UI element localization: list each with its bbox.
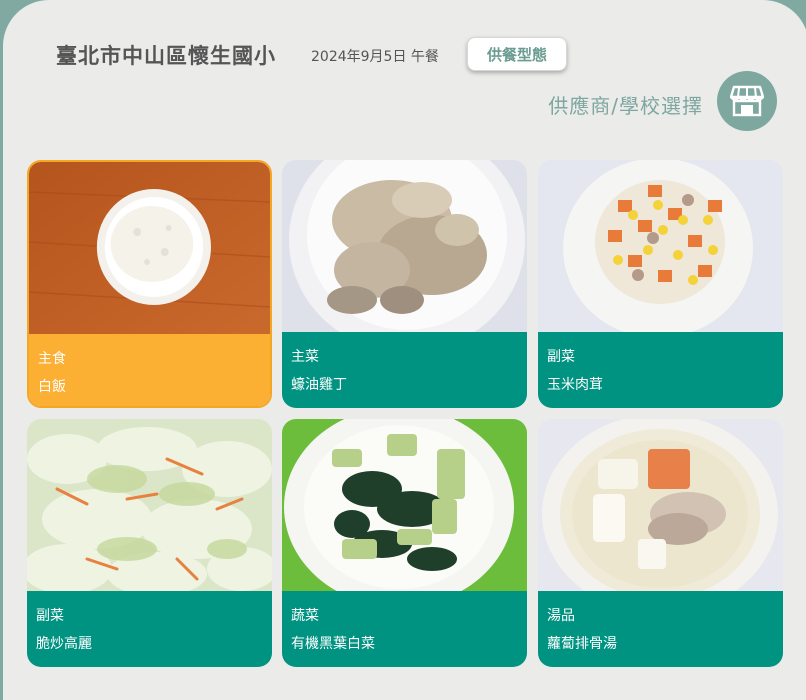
dish-card-side-2[interactable]: 副菜 脆炒高麗 xyxy=(27,419,272,667)
supplier-select-button[interactable] xyxy=(717,71,777,131)
dish-photo xyxy=(282,160,527,332)
dish-photo xyxy=(27,419,272,591)
dish-card-staple[interactable]: 主食 白飯 xyxy=(27,160,272,408)
dish-card-vegetable[interactable]: 蔬菜 有機黑葉白菜 xyxy=(282,419,527,667)
dish-name: 蘿蔔排骨湯 xyxy=(547,636,617,652)
dish-name: 有機黑葉白菜 xyxy=(291,636,375,652)
dish-photo xyxy=(538,160,783,332)
dish-name: 脆炒高麗 xyxy=(36,636,92,652)
supplier-school-select-label[interactable]: 供應商/學校選擇 xyxy=(548,90,703,119)
meal-date: 2024年9月5日 午餐 xyxy=(311,49,439,65)
dish-name: 蠔油雞丁 xyxy=(291,377,347,393)
dish-name: 白飯 xyxy=(38,379,66,395)
meal-type-button[interactable]: 供餐型態 xyxy=(467,37,567,71)
dish-photo xyxy=(29,162,270,334)
dish-category: 主食 xyxy=(38,351,66,367)
dish-photo xyxy=(538,419,783,591)
dish-card-main[interactable]: 主菜 蠔油雞丁 xyxy=(282,160,527,408)
dish-name: 玉米肉茸 xyxy=(547,377,603,393)
dish-category: 副菜 xyxy=(36,608,64,624)
dish-category: 湯品 xyxy=(547,608,575,624)
dish-photo xyxy=(282,419,527,591)
school-name: 臺北市中山區懷生國小 xyxy=(56,44,276,68)
dish-card-side-1[interactable]: 副菜 玉米肉茸 xyxy=(538,160,783,408)
dish-category: 副菜 xyxy=(547,349,575,365)
dish-card-soup[interactable]: 湯品 蘿蔔排骨湯 xyxy=(538,419,783,667)
dish-category: 蔬菜 xyxy=(291,608,319,624)
dish-category: 主菜 xyxy=(291,349,319,365)
store-icon xyxy=(730,85,764,117)
